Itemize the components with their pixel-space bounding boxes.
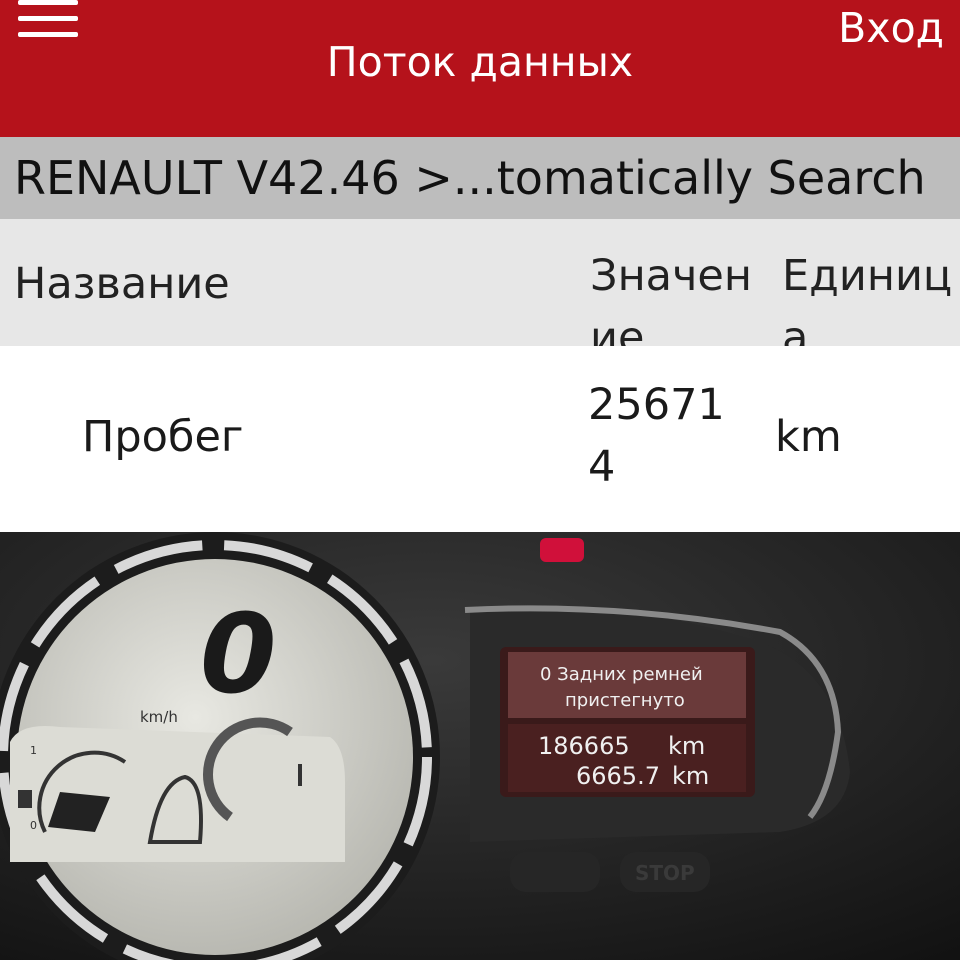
trip-unit: km xyxy=(672,762,709,790)
speed-unit: km/h xyxy=(140,708,178,726)
instrument-cluster: 0 km/h 1 0 0 Задних ремней пристегнуто 1… xyxy=(0,532,960,960)
odometer-unit: km xyxy=(668,732,705,760)
login-button[interactable]: Вход xyxy=(838,4,944,52)
column-header-name: Название xyxy=(14,259,230,309)
dashboard-photo: 0 km/h 1 0 0 Задних ремней пристегнуто 1… xyxy=(0,532,960,960)
svg-text:STOP: STOP xyxy=(635,861,695,885)
row-unit: km xyxy=(775,412,842,462)
brake-warning-icon xyxy=(540,538,584,562)
fuel-icon xyxy=(18,790,32,808)
odometer-readout: 186665 xyxy=(538,732,630,760)
page-title: Поток данных xyxy=(326,38,634,86)
lcd-message-line-1: 0 Задних ремней xyxy=(540,664,703,685)
menu-button[interactable] xyxy=(18,0,78,40)
svg-text:1: 1 xyxy=(30,744,37,757)
row-name: Пробег xyxy=(82,412,244,462)
trip-readout: 6665.7 xyxy=(576,762,660,790)
table-header: Название Значение Единица xyxy=(0,219,960,346)
row-value: 256714 xyxy=(588,380,725,492)
column-header-unit: Единица xyxy=(782,251,953,346)
table-row[interactable]: Пробег 256714 km xyxy=(0,346,960,532)
lcd-message-line-2: пристегнуто xyxy=(565,690,685,711)
breadcrumb: RENAULT V42.46 >...tomatically Search xyxy=(0,137,960,219)
speed-readout: 0 xyxy=(200,590,277,718)
app-header: Поток данных Вход xyxy=(0,0,960,137)
svg-text:0: 0 xyxy=(30,819,37,832)
service-wrench-icon xyxy=(510,852,600,892)
column-header-value: Значение xyxy=(590,251,753,346)
